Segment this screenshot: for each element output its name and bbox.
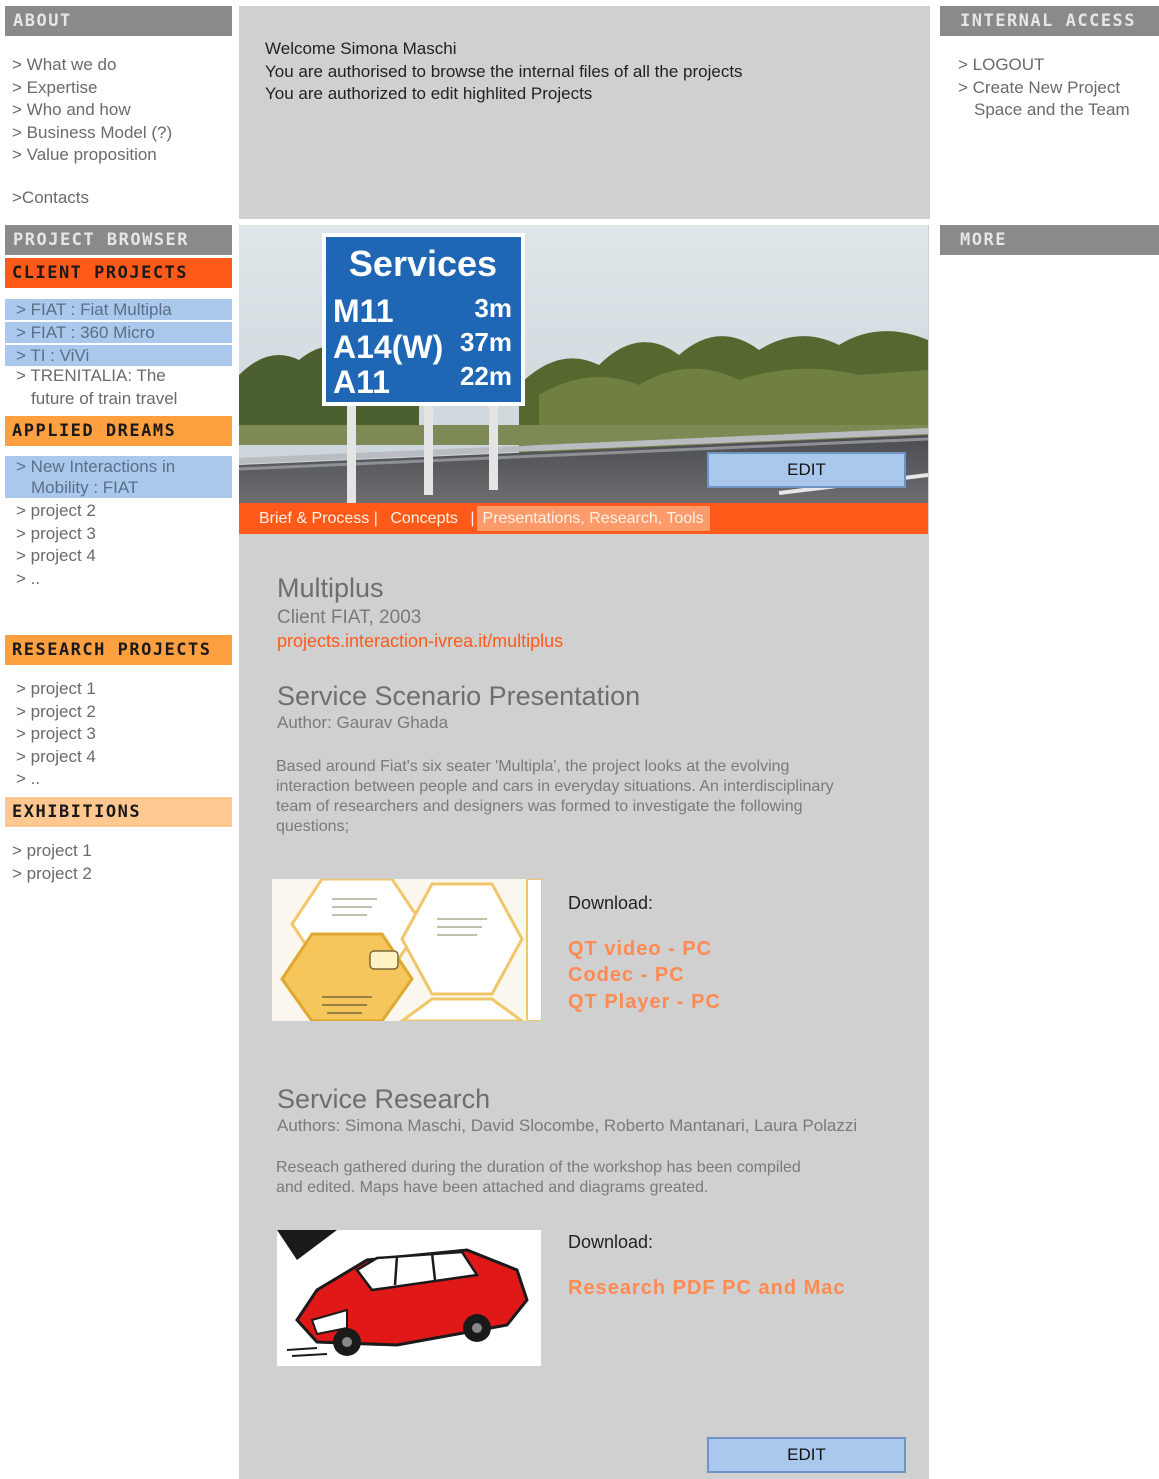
applied-list: > project 2 > project 3 > project 4 > .. <box>16 500 96 590</box>
create-project-line1[interactable]: > Create New Project <box>958 77 1130 100</box>
project-client: Client FIAT, 2003 <box>277 607 422 628</box>
applied-project-2[interactable]: > project 2 <box>16 500 96 523</box>
tab-concepts[interactable]: Concepts <box>390 510 458 527</box>
download-qt-video-pc[interactable]: QT video - PC <box>568 938 712 961</box>
about-header: ABOUT <box>5 6 232 36</box>
download-research-pdf[interactable]: Research PDF PC and Mac <box>568 1277 846 1300</box>
applied-dreams-header: APPLIED DREAMS <box>5 416 232 446</box>
project-new-interactions-mobility[interactable]: > New Interactions in Mobility : FIAT <box>5 456 232 498</box>
applied-project-3[interactable]: > project 3 <box>16 523 96 546</box>
applied-project-4[interactable]: > project 4 <box>16 545 96 568</box>
sign-dist-1: 3m <box>474 293 512 323</box>
nav-business-model[interactable]: > Business Model (?) <box>12 122 172 145</box>
research-download-label: Download: <box>568 1232 654 1252</box>
research-project-4[interactable]: > project 4 <box>16 746 96 769</box>
presentation-thumbnail <box>272 879 542 1021</box>
tab-brief-process[interactable]: Brief & Process | <box>259 510 378 527</box>
trenitalia-line1: > TRENITALIA: The <box>16 366 166 385</box>
project-fiat-360-micro[interactable]: > FIAT : 360 Micro <box>5 322 232 343</box>
research-desc-line2: and edited. Maps have been attached and … <box>276 1179 709 1196</box>
client-projects-header: CLIENT PROJECTS <box>5 258 232 288</box>
exhibitions-list: > project 1 > project 2 <box>12 840 92 885</box>
internal-access-header: INTERNAL ACCESS <box>940 6 1159 36</box>
presentation-description: Based around Fiat's six seater 'Multipla… <box>276 757 834 837</box>
section-title-research: Service Research <box>277 1084 491 1114</box>
exhibitions-header: EXHIBITIONS <box>5 797 232 827</box>
presentation-desc-line4: questions; <box>276 818 349 835</box>
project-trenitalia[interactable]: > TRENITALIA: The future of train travel <box>16 365 177 410</box>
research-more[interactable]: > .. <box>16 768 96 791</box>
presentation-desc-line1: Based around Fiat's six seater 'Multipla… <box>276 758 790 775</box>
nav-who-and-how[interactable]: > Who and how <box>12 99 172 122</box>
presentation-author: Author: Gaurav Ghada <box>277 713 449 732</box>
exhibition-project-1[interactable]: > project 1 <box>12 840 92 863</box>
sign-title: Services <box>349 243 497 284</box>
auth-edit-line: You are authorized to edit highlited Pro… <box>265 84 593 103</box>
new-interactions-line1: > New Interactions in <box>16 457 176 476</box>
sign-dist-3: 22m <box>460 361 512 391</box>
tab-presentations-research-tools[interactable]: Presentations, Research, Tools <box>476 506 710 531</box>
research-list: > project 1 > project 2 > project 3 > pr… <box>16 678 96 791</box>
nav-contacts-wrap: >Contacts <box>12 187 89 210</box>
project-title: Multiplus <box>277 573 384 603</box>
applied-more[interactable]: > .. <box>16 568 96 591</box>
welcome-panel: Welcome Simona Maschi You are authorised… <box>239 6 930 219</box>
exhibition-project-2[interactable]: > project 2 <box>12 863 92 886</box>
research-desc-line1: Reseach gathered during the duration of … <box>276 1159 801 1176</box>
presentation-desc-line2: interaction between people and cars in e… <box>276 778 834 795</box>
sign-dist-2: 37m <box>460 327 512 357</box>
sign-road-2: A14(W) <box>333 329 443 365</box>
welcome-line: Welcome Simona Maschi <box>265 39 457 58</box>
section-title-presentation: Service Scenario Presentation <box>277 681 641 711</box>
sign-road-1: M11 <box>333 293 393 329</box>
project-fiat-multipla[interactable]: > FIAT : Fiat Multipla <box>5 299 232 320</box>
trenitalia-line2: future of train travel <box>31 388 178 408</box>
logout-link[interactable]: > LOGOUT <box>958 54 1130 77</box>
download-qt-player-pc[interactable]: QT Player - PC <box>568 991 721 1014</box>
nav-what-we-do[interactable]: > What we do <box>12 54 172 77</box>
research-project-1[interactable]: > project 1 <box>16 678 96 701</box>
more-header: MORE <box>940 225 1159 255</box>
hexagon-diagram-image <box>272 879 542 1021</box>
nav-expertise[interactable]: > Expertise <box>12 77 172 100</box>
internal-access-list: > LOGOUT > Create New Project Space and … <box>958 54 1130 122</box>
presentation-download-label: Download: <box>568 893 654 913</box>
tab-separator: | <box>470 510 475 527</box>
about-nav: > What we do > Expertise > Who and how >… <box>12 54 172 167</box>
section-tabs: Brief & Process | Concepts | Presentation… <box>239 503 928 534</box>
research-project-2[interactable]: > project 2 <box>16 701 96 724</box>
research-project-3[interactable]: > project 3 <box>16 723 96 746</box>
project-browser-header: PROJECT BROWSER <box>5 225 232 255</box>
edit-button-bottom[interactable]: EDIT <box>707 1437 906 1473</box>
auth-browse-line: You are authorised to browse the interna… <box>265 61 743 81</box>
new-interactions-line2: Mobility : FIAT <box>31 478 139 497</box>
research-authors: Authors: Simona Maschi, David Slocombe, … <box>277 1116 858 1135</box>
nav-contacts[interactable]: >Contacts <box>12 187 89 210</box>
research-thumbnail <box>277 1230 541 1366</box>
main-content: Services M11 3m A14(W) 37m A11 22m EDIT … <box>239 225 929 1479</box>
research-description: Reseach gathered during the duration of … <box>276 1158 801 1198</box>
research-projects-header: RESEARCH PROJECTS <box>5 635 232 665</box>
download-codec-pc[interactable]: Codec - PC <box>568 964 685 987</box>
project-ti-vivi[interactable]: > TI : ViVi <box>5 345 232 366</box>
create-project-line2[interactable]: Space and the Team <box>958 99 1130 122</box>
edit-button-top[interactable]: EDIT <box>707 452 906 488</box>
nav-value-proposition[interactable]: > Value proposition <box>12 144 172 167</box>
red-car-sketch-image <box>277 1230 541 1366</box>
sign-road-3: A11 <box>333 364 390 400</box>
presentation-desc-line3: team of researchers and designers was fo… <box>276 798 803 815</box>
project-url-link[interactable]: projects.interaction-ivrea.it/multiplus <box>277 631 563 652</box>
